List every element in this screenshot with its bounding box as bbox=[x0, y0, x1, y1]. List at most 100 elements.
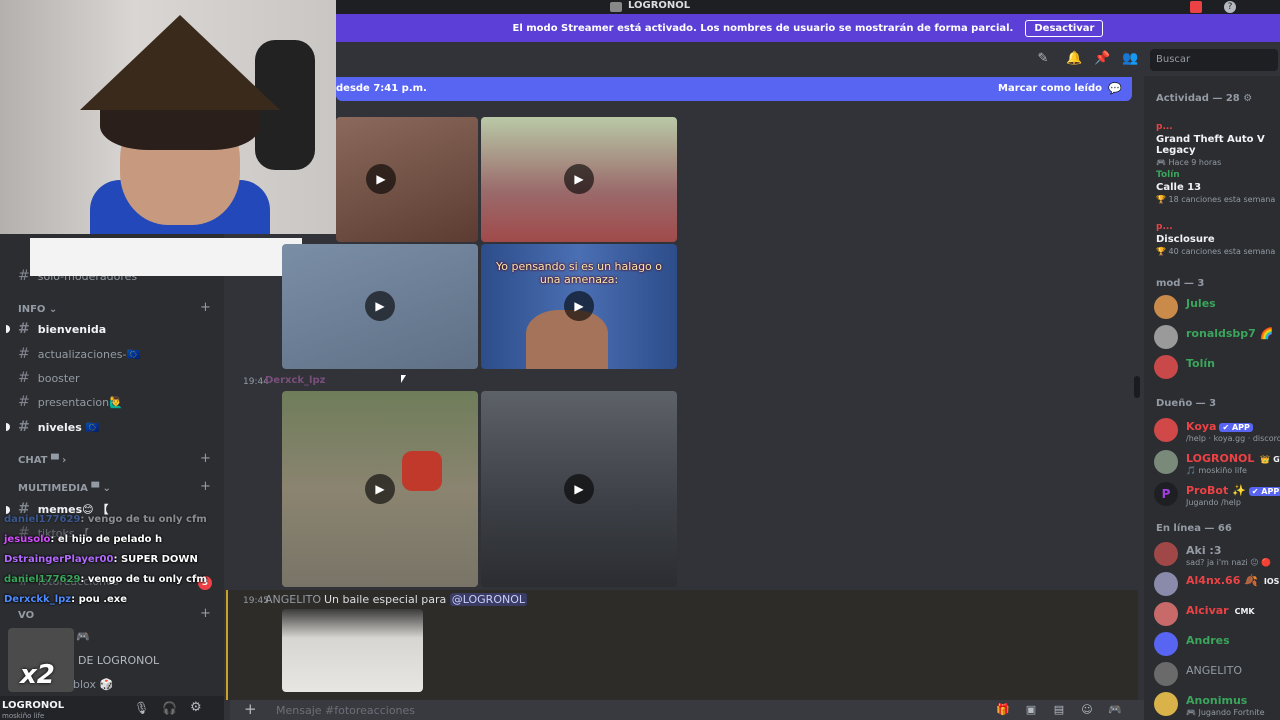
apps-icon[interactable]: 🎮 bbox=[1108, 703, 1122, 717]
gift-icon[interactable]: 🎁 bbox=[996, 703, 1010, 717]
probot-avatar: P bbox=[1154, 482, 1178, 506]
hash-icon: # bbox=[18, 394, 30, 410]
category-multimedia[interactable]: MULTIMEDIA ▀ ⌄ bbox=[18, 483, 111, 494]
channel-actualizaciones[interactable]: # actualizaciones-🇪🇺 bbox=[18, 344, 140, 364]
member-status: /help · koya.gg · discord.g bbox=[1186, 434, 1280, 443]
message-author[interactable]: ANGELITO bbox=[265, 593, 321, 606]
user-status: moskiño life bbox=[2, 712, 45, 720]
channel-niveles[interactable]: # niveles 🇪🇺 bbox=[18, 417, 99, 437]
deactivate-button[interactable]: Desactivar bbox=[1025, 19, 1104, 37]
member-item[interactable]: Andres bbox=[1154, 630, 1280, 660]
user-mention[interactable]: @LOGRONOL bbox=[449, 593, 528, 606]
activity-sub: 🎮 Hace 9 horas bbox=[1156, 158, 1222, 167]
unread-pip bbox=[6, 506, 10, 514]
channel-presentacion[interactable]: # presentacion🙋‍♂️ bbox=[18, 392, 123, 412]
hash-icon: # bbox=[18, 321, 30, 337]
online-header: En línea — 66 bbox=[1156, 523, 1232, 534]
toy-car bbox=[402, 451, 442, 491]
member-name: ProBot ✨ bbox=[1186, 484, 1246, 497]
channel-booster[interactable]: # booster bbox=[18, 368, 80, 388]
headphones-icon[interactable]: 🎧 bbox=[162, 701, 177, 715]
member-item[interactable]: Alcivar CMK bbox=[1154, 600, 1280, 630]
activity-card[interactable]: p... Disclosure 🏆 40 canciones esta sema… bbox=[1156, 222, 1280, 256]
threads-icon[interactable]: ✎ bbox=[1036, 52, 1050, 66]
member-item[interactable]: LOGRONOL 👑 GYE 🎵 moskiño life bbox=[1154, 448, 1280, 478]
channel-label: niveles 🇪🇺 bbox=[37, 420, 100, 434]
member-item[interactable]: Tolín bbox=[1154, 353, 1280, 383]
message-input[interactable]: Mensaje #fotoreacciones bbox=[276, 704, 415, 717]
gif-icon[interactable]: ▣ bbox=[1024, 703, 1038, 717]
activity-game: Grand Theft Auto V Legacy bbox=[1156, 134, 1265, 156]
member-item[interactable]: ronaldsbp7 🌈 bbox=[1154, 323, 1280, 353]
members-icon[interactable]: 👥 bbox=[1122, 52, 1138, 66]
video-attachment[interactable]: Yo pensando si es un halago o una amenaz… bbox=[481, 244, 677, 369]
channel-bienvenida[interactable]: # bienvenida bbox=[18, 319, 106, 339]
add-channel-icon[interactable]: + bbox=[200, 300, 211, 315]
member-item[interactable]: Jules bbox=[1154, 293, 1280, 323]
app-tag: ✔ APP bbox=[1248, 487, 1280, 496]
add-channel-icon[interactable]: + bbox=[200, 451, 211, 466]
video-attachment[interactable]: ▶ bbox=[481, 117, 677, 242]
member-name: Jules bbox=[1186, 297, 1216, 310]
play-icon[interactable]: ▶ bbox=[365, 474, 395, 504]
member-item[interactable]: Anonimus 🎮 Jugando Fortnite bbox=[1154, 690, 1280, 720]
mark-read-icon: 💬 bbox=[1108, 82, 1122, 95]
message-author[interactable]: Derxck_lpz bbox=[265, 375, 325, 386]
server-tag: IOS bbox=[1263, 577, 1280, 586]
member-item[interactable]: ANGELITO bbox=[1154, 660, 1280, 690]
add-channel-icon[interactable]: + bbox=[200, 479, 211, 494]
member-name: Alcivar bbox=[1186, 604, 1229, 617]
activity-sub: 🏆 40 canciones esta semana bbox=[1156, 247, 1276, 256]
play-icon[interactable]: ▶ bbox=[366, 164, 396, 194]
play-icon[interactable]: ▶ bbox=[564, 164, 594, 194]
add-attachment-icon[interactable]: + bbox=[244, 700, 257, 718]
video-attachment[interactable]: ▶ bbox=[282, 244, 478, 369]
category-voice[interactable]: VO bbox=[18, 610, 34, 621]
video-attachment[interactable]: ▶ bbox=[336, 117, 478, 242]
member-name: Aki :3 bbox=[1186, 544, 1222, 557]
activity-game: Disclosure bbox=[1156, 234, 1215, 245]
play-icon[interactable]: ▶ bbox=[564, 474, 594, 504]
settings-gear-icon[interactable]: ⚙ bbox=[190, 700, 202, 715]
sticker-icon[interactable]: ▤ bbox=[1052, 703, 1066, 717]
video-attachment[interactable]: ▶ bbox=[282, 391, 478, 587]
scrollbar-thumb[interactable] bbox=[1134, 376, 1140, 398]
activity-user: p... bbox=[1156, 122, 1173, 132]
mouse-cursor bbox=[401, 375, 406, 383]
inbox-icon[interactable] bbox=[1190, 1, 1202, 13]
image-attachment[interactable] bbox=[282, 609, 423, 692]
new-messages-bar[interactable]: desde 7:41 p.m. Marcar como leído 💬 bbox=[336, 77, 1132, 101]
unread-pip bbox=[6, 423, 10, 431]
pin-icon[interactable]: 📌 bbox=[1094, 52, 1110, 66]
mark-read-button[interactable]: Marcar como leído bbox=[998, 83, 1102, 94]
bell-icon[interactable]: 🔔 bbox=[1066, 52, 1082, 66]
hash-icon: # bbox=[18, 370, 30, 386]
category-chat[interactable]: CHAT ▀ › bbox=[18, 455, 66, 466]
multiplier-badge: x2 bbox=[20, 660, 55, 690]
avatar bbox=[1154, 355, 1178, 379]
video-attachment[interactable]: ▶ bbox=[481, 391, 677, 587]
add-channel-icon[interactable]: + bbox=[200, 606, 211, 621]
activity-card[interactable]: p... Grand Theft Auto V Legacy 🎮 Hace 9 … bbox=[1156, 122, 1280, 167]
microphone-icon[interactable]: 🎙 bbox=[134, 701, 149, 715]
member-item[interactable]: Koya ✔ APP/help · koya.gg · discord.g bbox=[1154, 416, 1280, 446]
member-item[interactable]: P ProBot ✨ ✔ APP Jugando /help bbox=[1154, 480, 1280, 510]
category-info[interactable]: INFO ⌄ bbox=[18, 304, 57, 315]
activity-header: Actividad — 28 ⚙ bbox=[1156, 93, 1253, 104]
emoji-icon[interactable]: ☺ bbox=[1080, 703, 1094, 717]
member-name: Al4nx.66 🍂 bbox=[1186, 574, 1258, 587]
member-item[interactable]: Al4nx.66 🍂 IOS bbox=[1154, 570, 1280, 600]
member-item[interactable]: Aki :3 sad? ja i'm nazi 😐 🔴 bbox=[1154, 540, 1280, 570]
play-icon[interactable]: ▶ bbox=[564, 291, 594, 321]
member-name: Koya bbox=[1186, 420, 1217, 433]
video-caption: Yo pensando si es un halago o una amenaz… bbox=[495, 260, 663, 286]
activity-card[interactable]: Tolín Calle 13 🏆 18 canciones esta seman… bbox=[1156, 170, 1280, 204]
voice-de-logronol[interactable]: DE LOGRONOL bbox=[78, 650, 159, 670]
member-name: Anonimus bbox=[1186, 694, 1248, 707]
play-icon[interactable]: ▶ bbox=[365, 291, 395, 321]
search-input[interactable]: Buscar bbox=[1150, 49, 1278, 71]
message-composer[interactable]: + Mensaje #fotoreacciones 🎁 ▣ ▤ ☺ 🎮 bbox=[230, 700, 1144, 720]
help-icon[interactable]: ? bbox=[1224, 1, 1236, 13]
avatar bbox=[1154, 418, 1178, 442]
hash-icon: # bbox=[18, 419, 30, 435]
